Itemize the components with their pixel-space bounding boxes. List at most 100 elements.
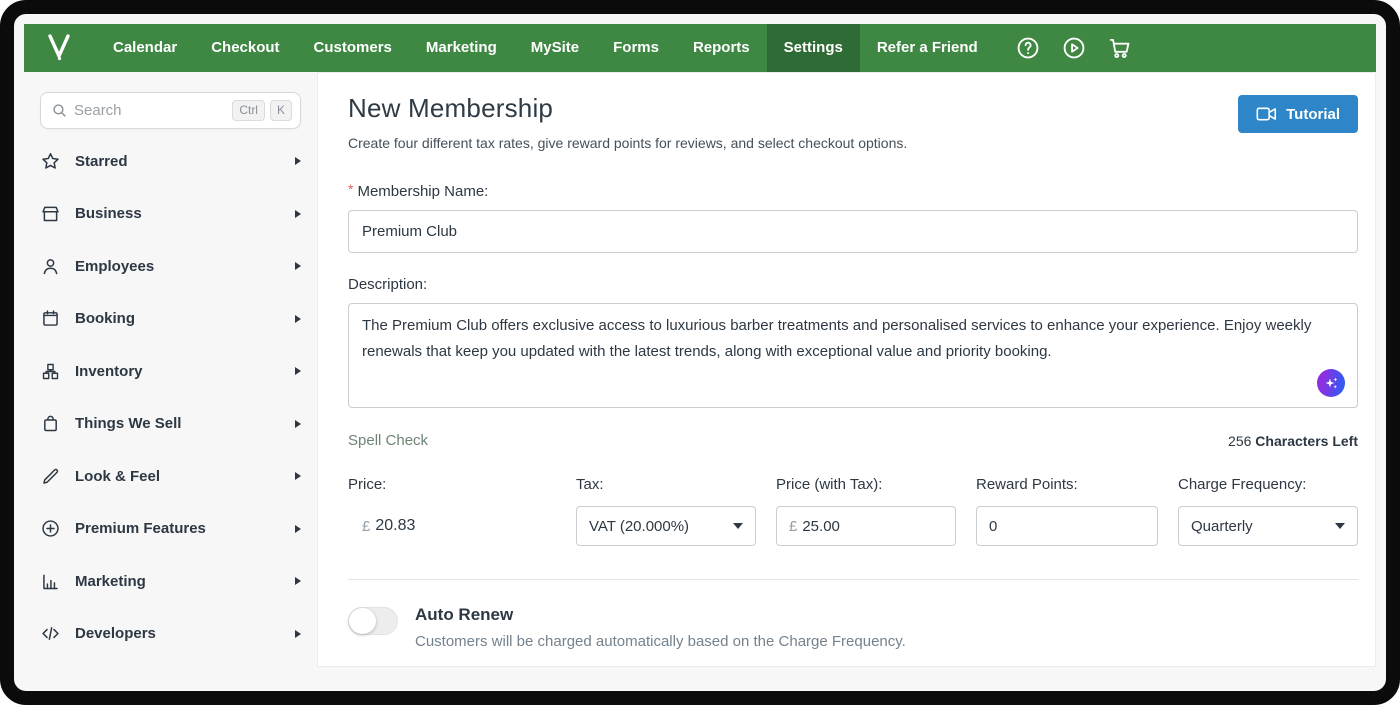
chevron-right-icon	[295, 525, 301, 533]
search-input[interactable]	[68, 102, 227, 119]
nav-item-reports[interactable]: Reports	[676, 24, 767, 72]
chevron-right-icon	[295, 472, 301, 480]
reward-points-label: Reward Points:	[976, 476, 1158, 493]
vagaro-logo-icon[interactable]	[38, 29, 80, 67]
sidebar-item-developers[interactable]: Developers	[40, 608, 301, 661]
tax-select[interactable]: VAT (20.000%)	[576, 506, 756, 546]
chevron-right-icon	[295, 367, 301, 375]
sidebar-item-label: Premium Features	[75, 520, 206, 537]
nav-item-calendar[interactable]: Calendar	[96, 24, 194, 72]
sidebar-item-label: Look & Feel	[75, 468, 160, 485]
sidebar-item-employees[interactable]: Employees	[40, 240, 301, 293]
sidebar-search[interactable]: Ctrl K	[40, 92, 301, 129]
auto-renew-toggle[interactable]	[348, 607, 398, 635]
tutorial-button-label: Tutorial	[1286, 106, 1340, 123]
charge-frequency-label: Charge Frequency:	[1178, 476, 1358, 493]
chevron-right-icon	[295, 420, 301, 428]
tax-label: Tax:	[576, 476, 756, 493]
sidebar-item-label: Booking	[75, 310, 135, 327]
video-camera-icon	[1256, 105, 1277, 123]
charge-frequency-field: Charge Frequency: Quarterly	[1178, 476, 1358, 546]
help-icon	[1015, 35, 1041, 61]
calendar-icon	[40, 308, 61, 329]
price-field: Price: £ 20.83	[348, 476, 556, 546]
nav-item-mysite[interactable]: MySite	[514, 24, 596, 72]
membership-name-input[interactable]	[348, 210, 1358, 253]
shopping-bag-icon	[40, 413, 61, 434]
cart-button[interactable]	[1107, 35, 1133, 61]
price-value: £ 20.83	[348, 506, 556, 546]
star-icon	[40, 151, 61, 172]
sidebar-item-label: Inventory	[75, 363, 143, 380]
video-tutorials-button[interactable]	[1061, 35, 1087, 61]
nav-item-forms[interactable]: Forms	[596, 24, 676, 72]
sidebar-menu: Starred Business	[40, 135, 301, 660]
reward-points-input[interactable]: 0	[976, 506, 1158, 546]
sidebar: Ctrl K Starred	[24, 72, 317, 667]
ctrl-key-chip: Ctrl	[232, 100, 265, 120]
membership-name-label: *Membership Name:	[348, 183, 488, 200]
search-icon	[51, 102, 68, 119]
chevron-right-icon	[295, 577, 301, 585]
sidebar-item-booking[interactable]: Booking	[40, 293, 301, 346]
reward-points-field: Reward Points: 0	[976, 476, 1158, 546]
sidebar-item-label: Things We Sell	[75, 415, 181, 432]
chevron-right-icon	[295, 315, 301, 323]
nav-item-refer-a-friend[interactable]: Refer a Friend	[860, 24, 995, 72]
k-key-chip: K	[270, 100, 292, 120]
characters-left-counter: 256 Characters Left	[1228, 433, 1358, 449]
nav-item-customers[interactable]: Customers	[297, 24, 409, 72]
boxes-icon	[40, 361, 61, 382]
chevron-down-icon	[1335, 523, 1345, 529]
sidebar-item-business[interactable]: Business	[40, 188, 301, 241]
pencil-icon	[40, 466, 61, 487]
currency-symbol: £	[362, 518, 370, 535]
code-icon	[40, 623, 61, 644]
person-icon	[40, 256, 61, 277]
price-label: Price:	[348, 476, 556, 493]
ai-assist-button[interactable]	[1317, 369, 1345, 397]
page-subtitle: Create four different tax rates, give re…	[348, 135, 907, 151]
description-label: Description:	[348, 276, 427, 293]
sidebar-item-look-and-feel[interactable]: Look & Feel	[40, 450, 301, 503]
charge-frequency-select[interactable]: Quarterly	[1178, 506, 1358, 546]
chevron-right-icon	[295, 630, 301, 638]
bar-chart-icon	[40, 571, 61, 592]
nav-item-marketing[interactable]: Marketing	[409, 24, 514, 72]
sidebar-item-things-we-sell[interactable]: Things We Sell	[40, 398, 301, 451]
sidebar-item-label: Starred	[75, 153, 128, 170]
spell-check-link[interactable]: Spell Check	[348, 432, 428, 449]
sidebar-item-label: Developers	[75, 625, 156, 642]
price-with-tax-input[interactable]: £ 25.00	[776, 506, 956, 546]
auto-renew-title: Auto Renew	[415, 605, 906, 625]
sidebar-item-premium-features[interactable]: Premium Features	[40, 503, 301, 556]
app-frame: Calendar Checkout Customers Marketing My…	[0, 0, 1400, 705]
chevron-right-icon	[295, 262, 301, 270]
plus-circle-icon	[40, 518, 61, 539]
required-asterisk: *	[348, 181, 353, 197]
sidebar-item-starred[interactable]: Starred	[40, 135, 301, 188]
divider	[348, 579, 1358, 580]
nav-item-checkout[interactable]: Checkout	[194, 24, 296, 72]
sidebar-item-marketing[interactable]: Marketing	[40, 555, 301, 608]
toggle-knob	[349, 608, 376, 634]
sidebar-item-label: Employees	[75, 258, 154, 275]
auto-renew-description: Customers will be charged automatically …	[415, 633, 906, 650]
currency-symbol: £	[789, 518, 797, 535]
page-title: New Membership	[348, 93, 907, 124]
price-with-tax-field: Price (with Tax): £ 25.00	[776, 476, 956, 546]
nav-item-settings[interactable]: Settings	[767, 24, 860, 72]
top-navbar: Calendar Checkout Customers Marketing My…	[24, 24, 1376, 72]
chevron-right-icon	[295, 210, 301, 218]
help-button[interactable]	[1015, 35, 1041, 61]
price-with-tax-label: Price (with Tax):	[776, 476, 956, 493]
sparkles-icon	[1323, 375, 1340, 392]
sidebar-item-label: Business	[75, 205, 142, 222]
storefront-icon	[40, 203, 61, 224]
sidebar-item-inventory[interactable]: Inventory	[40, 345, 301, 398]
tutorial-button[interactable]: Tutorial	[1238, 95, 1358, 133]
main-panel: New Membership Create four different tax…	[317, 72, 1376, 667]
chevron-right-icon	[295, 157, 301, 165]
chevron-down-icon	[733, 523, 743, 529]
description-textarea[interactable]: The Premium Club offers exclusive access…	[348, 303, 1358, 408]
